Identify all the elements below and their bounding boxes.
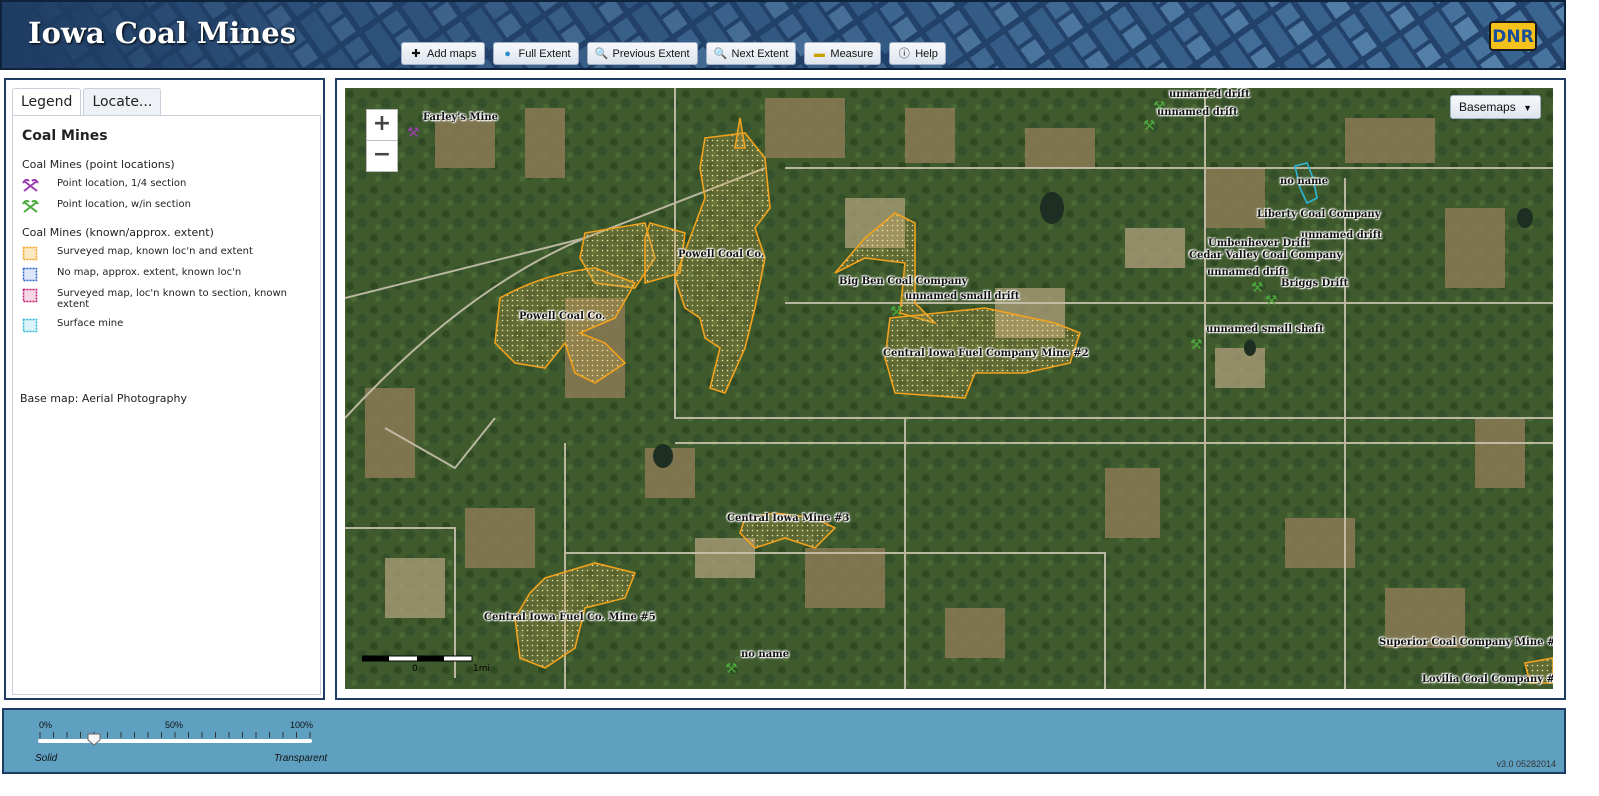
help-button[interactable]: ⓘ Help: [889, 42, 946, 65]
chevron-down-icon: ▼: [1523, 103, 1532, 113]
map-label: Central Iowa Mine #3: [727, 513, 850, 524]
legend-extent-group: Coal Mines (known/approx. extent): [22, 226, 214, 239]
legend-item: Surface mine: [22, 318, 302, 333]
mine-marker[interactable]: ⚒: [407, 126, 420, 140]
full-extent-button[interactable]: ● Full Extent: [492, 42, 579, 65]
tick-label: 0%: [39, 720, 53, 730]
map-label: unnamed drift: [1157, 107, 1238, 118]
crossed-picks-icon: [22, 199, 39, 213]
version-label: v3.0 05282014: [1496, 759, 1556, 769]
mine-marker[interactable]: ⚒: [1265, 294, 1278, 308]
app-title: Iowa Coal Mines: [28, 16, 297, 50]
map-label: no name: [1280, 176, 1329, 187]
slider-solid-label: Solid: [35, 753, 58, 764]
map-label: Cedar Valley Coal Company: [1189, 250, 1343, 261]
map-label: unnamed drift: [1207, 267, 1288, 278]
map-label: unnamed small shaft: [1206, 324, 1324, 335]
map-label: unnamed drift: [1169, 89, 1250, 100]
mine-marker[interactable]: ⚒: [1251, 281, 1264, 295]
tick-label: 100%: [290, 720, 314, 730]
svg-text:0: 0: [412, 664, 418, 673]
tab-legend[interactable]: Legend: [12, 88, 82, 117]
legend-item: Point location, w/in section: [22, 199, 302, 214]
app-header: Iowa Coal Mines ✚ Add maps ● Full Extent…: [0, 0, 1566, 70]
base-map-note: Base map: Aerial Photography: [20, 392, 187, 405]
previous-extent-button[interactable]: 🔍 Previous Extent: [586, 42, 698, 65]
basemaps-button[interactable]: Basemaps ▼: [1450, 95, 1541, 119]
mine-marker[interactable]: ⚒: [890, 305, 903, 319]
next-extent-icon: 🔍: [713, 47, 728, 60]
legend-title: Coal Mines: [22, 128, 108, 144]
crossed-picks-icon: [22, 178, 39, 192]
map-view[interactable]: + − Basemaps ▼ ⚒ ⚒ ⚒ ⚒ ⚒ ⚒ ⚒ ⚒ Farley's …: [345, 88, 1553, 689]
svg-text:DNR: DNR: [1492, 27, 1533, 47]
svg-text:1mi: 1mi: [473, 664, 490, 673]
map-label: unnamed drift: [1301, 230, 1382, 241]
legend: Coal Mines Coal Mines (point locations) …: [12, 115, 321, 695]
next-extent-button[interactable]: 🔍 Next Extent: [705, 42, 797, 65]
map-label: Big Ben Coal Company: [839, 276, 968, 287]
map-label: Powell Coal Co.: [519, 311, 606, 322]
add-maps-button[interactable]: ✚ Add maps: [401, 42, 485, 65]
add-maps-icon: ✚: [411, 47, 421, 60]
side-panel: Legend Locate... Coal Mines Coal Mines (…: [4, 78, 325, 700]
aerial-basemap: [345, 88, 1553, 689]
map-label: Powell Coal Co.: [678, 249, 765, 260]
map-label: Central Iowa Fuel Co. Mine #5: [484, 612, 656, 623]
legend-item: No map, approx. extent, known loc'n: [22, 267, 302, 282]
transparency-slider[interactable]: [34, 730, 324, 752]
slider-thumb[interactable]: [87, 733, 101, 746]
slider-transparent-label: Transparent: [274, 753, 328, 764]
transparency-bar: 0% 50% 100% Solid Transparent v3.0 05282…: [2, 708, 1566, 774]
mine-marker[interactable]: ⚒: [725, 662, 738, 676]
legend-item: Surveyed map, known loc'n and extent: [22, 246, 302, 261]
map-label: Umbenhever Drift: [1208, 238, 1310, 249]
panel-tabs: Legend Locate...: [12, 88, 162, 117]
toolbar: ✚ Add maps ● Full Extent 🔍 Previous Exte…: [401, 42, 946, 65]
surveyed-map-swatch: [22, 246, 38, 261]
map-label: Farley's Mine: [423, 112, 498, 123]
info-icon: ⓘ: [898, 47, 910, 60]
tick-label: 50%: [165, 720, 184, 730]
tab-locate[interactable]: Locate...: [83, 88, 162, 115]
previous-extent-icon: 🔍: [594, 47, 609, 60]
globe-icon: ●: [504, 47, 511, 60]
scale-bar: 0 1mi: [362, 655, 490, 673]
map-label: Liberty Coal Company: [1257, 209, 1381, 220]
map-label: no name: [741, 649, 790, 660]
surface-mine-swatch: [22, 318, 38, 333]
map-label: Central Iowa Fuel Company Mine #2: [883, 348, 1089, 359]
legend-item: Surveyed map, loc'n known to section, kn…: [22, 288, 302, 310]
map-label: unnamed small drift: [905, 291, 1020, 302]
zoom-in-button[interactable]: +: [366, 109, 398, 141]
map-label: Superior Coal Company Mine #19: [1379, 637, 1553, 648]
map-label: Briggs Drift: [1281, 278, 1349, 289]
mine-marker[interactable]: ⚒: [1143, 119, 1156, 133]
map-label: Lovilia Coal Company #4: [1422, 674, 1553, 685]
no-map-swatch: [22, 267, 38, 282]
legend-item: Point location, 1/4 section: [22, 178, 302, 193]
ruler-icon: ▬: [813, 47, 825, 60]
dnr-logo: DNR: [1489, 21, 1537, 51]
zoom-out-button[interactable]: −: [366, 140, 398, 172]
legend-point-group: Coal Mines (point locations): [22, 158, 175, 171]
measure-button[interactable]: ▬ Measure: [804, 42, 882, 65]
mine-marker[interactable]: ⚒: [1190, 338, 1203, 352]
surveyed-section-swatch: [22, 288, 38, 303]
